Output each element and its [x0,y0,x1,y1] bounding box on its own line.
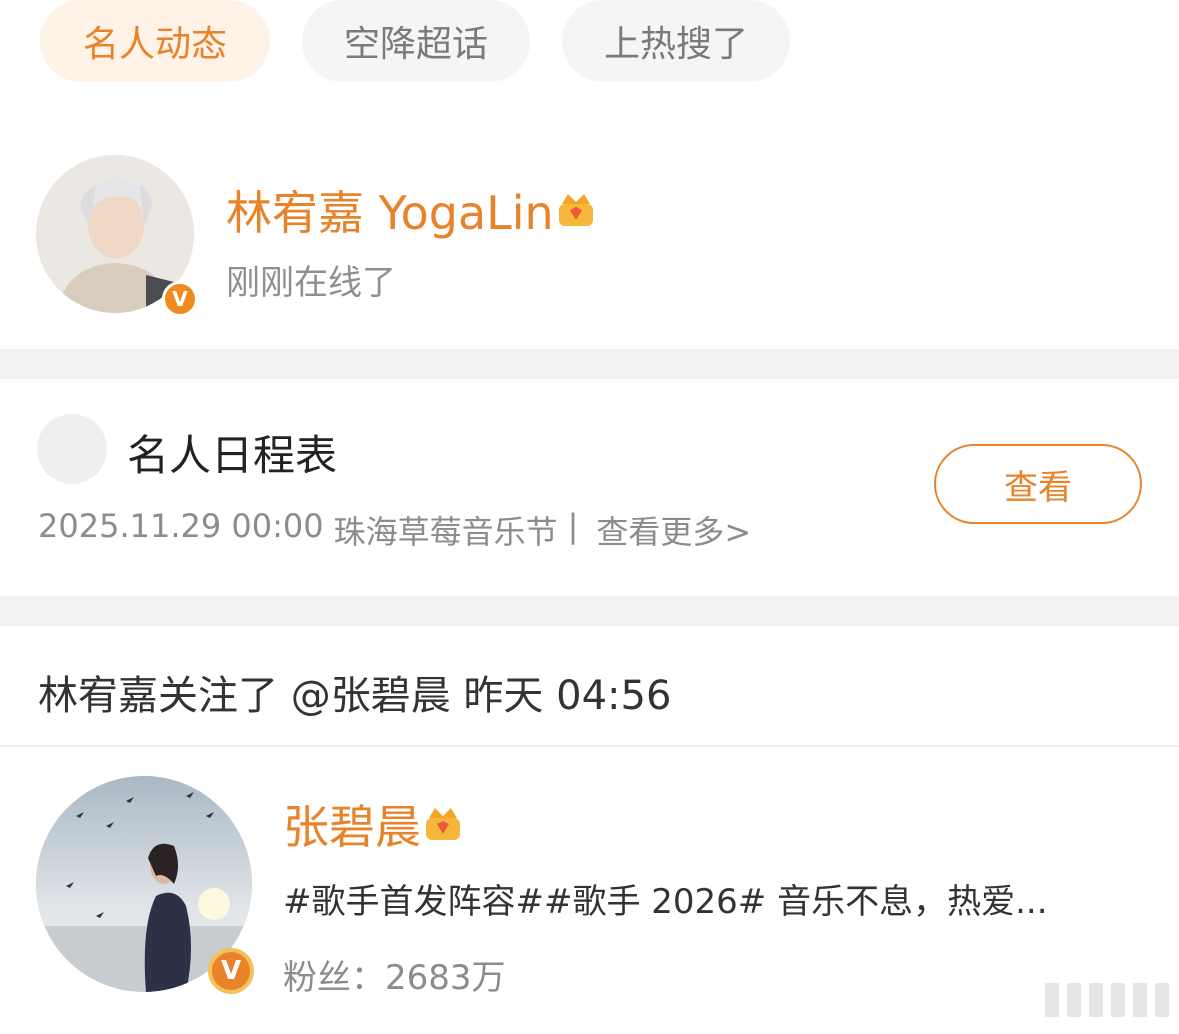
schedule-separator: | [567,507,579,545]
verified-badge-icon: V [162,281,198,317]
celebrity-card[interactable]: V 林宥嘉 YogaLin 刚刚在线了 [36,155,1179,320]
schedule-title: 名人日程表 [127,431,338,480]
followed-avatar-wrap[interactable]: V [36,776,256,996]
watermark-bar [1155,983,1169,1017]
follow-activity[interactable]: 林宥嘉关注了 @张碧晨 昨天 04:56 [38,663,671,721]
watermark-bar [1133,983,1147,1017]
view-schedule-button[interactable]: 查看 [934,444,1142,524]
schedule-detail: 2025.11.29 00:00 珠海草莓音乐节 | 查看更多> [38,507,751,553]
tab-celebrity-updates[interactable]: 名人动态 [40,0,270,82]
see-more-link[interactable]: 查看更多> [596,507,751,553]
watermark-bar [1067,983,1081,1017]
celebrity-name[interactable]: 林宥嘉 YogaLin [226,177,596,243]
tab-trending[interactable]: 上热搜了 [562,0,790,82]
watermark [979,980,1169,1020]
tab-supertopic[interactable]: 空降超话 [302,0,530,82]
section-divider [0,596,1179,626]
schedule-event[interactable]: 珠海草莓音乐节 [334,507,558,553]
crown-icon [558,194,593,226]
celebrity-avatar-wrap[interactable]: V [36,155,198,317]
watermark-bar [1089,983,1103,1017]
followed-user-card[interactable]: V 张碧晨 #歌手首发阵容##歌手 2026# 音乐不息，热爱... 粉丝：26… [36,776,1179,998]
crown-icon [426,808,460,840]
verified-badge-icon: V [208,948,254,994]
followed-user-name-text[interactable]: 张碧晨 [283,791,421,857]
section-divider [0,349,1179,379]
tab-bar: 名人动态 空降超话 上热搜了 [40,0,790,82]
followed-user-name[interactable]: 张碧晨 [283,791,463,857]
celebrity-name-text[interactable]: 林宥嘉 YogaLin [226,177,554,243]
followed-user-description[interactable]: #歌手首发阵容##歌手 2026# 音乐不息，热爱... [283,874,1048,923]
fans-count: 粉丝：2683万 [283,958,506,998]
schedule-date: 2025.11.29 00:00 [38,507,324,545]
watermark-bar [1111,983,1125,1017]
online-status: 刚刚在线了 [226,263,396,303]
schedule-icon [37,414,107,484]
row-divider [0,745,1179,747]
watermark-bar [1045,983,1059,1017]
